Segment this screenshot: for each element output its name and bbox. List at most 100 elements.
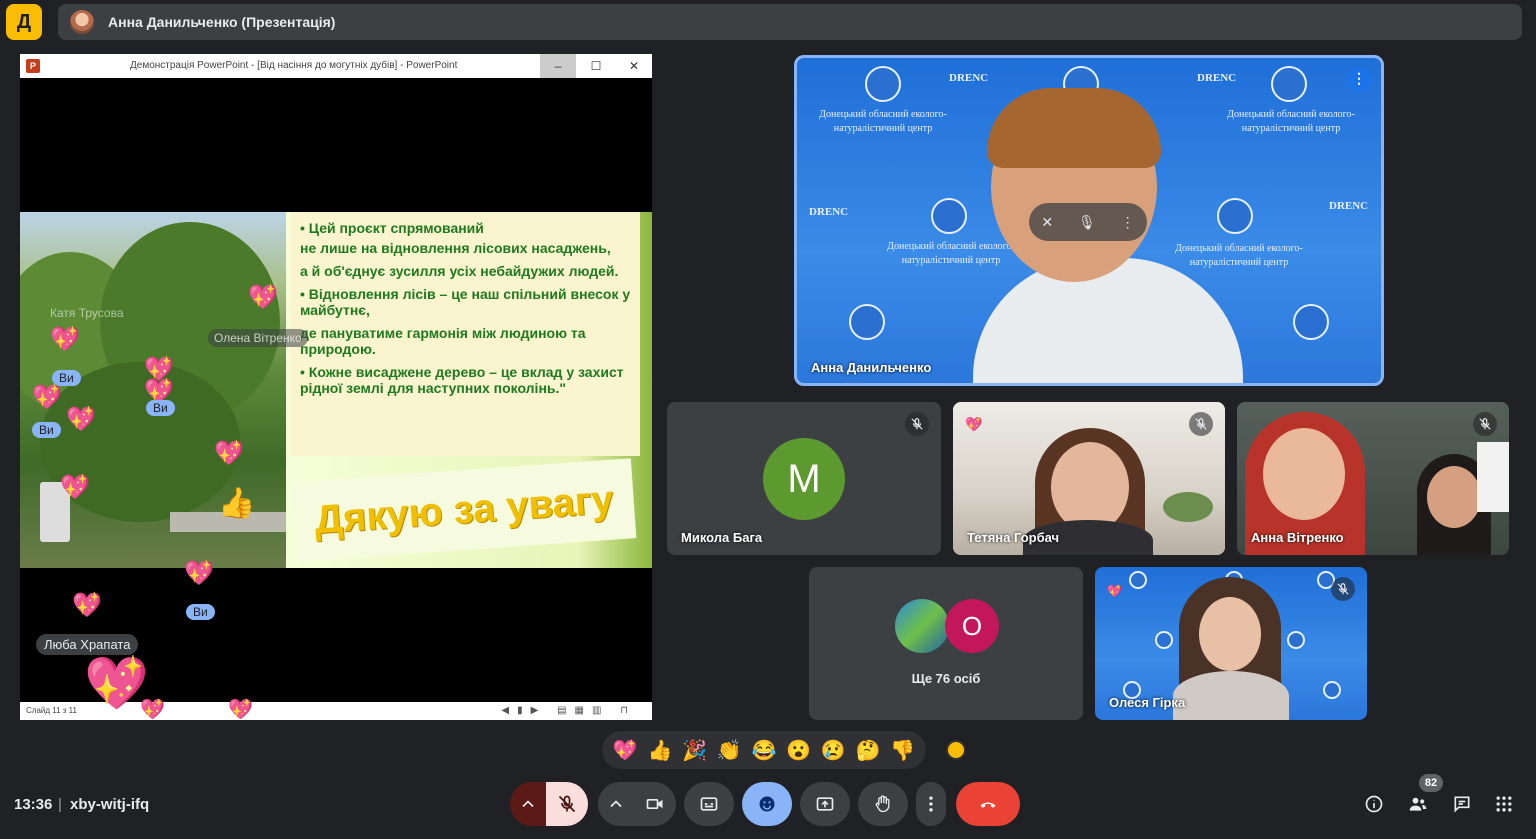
surprised-reaction-button[interactable]: 😮: [786, 738, 811, 763]
thinking-reaction-button[interactable]: 🤔: [855, 738, 880, 763]
close-button[interactable]: ✕: [616, 54, 652, 78]
heart-reaction-icon: 💖: [72, 592, 102, 619]
present-icon: [816, 797, 834, 811]
more-vert-icon: [929, 796, 933, 812]
audio-options-button[interactable]: [510, 782, 546, 826]
participant-name: Олеся Гірка: [1109, 695, 1186, 710]
bg-org-text: Донецький обласний еколого-натуралістичн…: [819, 109, 947, 134]
tile-more-options-button[interactable]: ⋮: [1347, 68, 1371, 92]
chevron-up-icon: [522, 800, 534, 808]
slide-bullet: • Кожне висаджене дерево – це вклад у за…: [300, 364, 624, 396]
hand-icon: [875, 795, 890, 813]
call-end-icon: [980, 802, 996, 808]
slide-text-area: • Цей проєкт спрямований не лише на відн…: [286, 212, 652, 568]
bg-org-text: Донецький обласний еколого-натуралістичн…: [1227, 109, 1355, 134]
mic-off-icon: [1189, 412, 1213, 436]
more-people-label: Ще 76 осіб: [911, 671, 981, 686]
reaction-bar: 💖 👍 🎉 👏 😂 😮 😢 🤔 👎: [602, 731, 926, 769]
tile-more-people[interactable]: O Ще 76 осіб: [809, 567, 1083, 720]
heart-reaction-icon: 💖: [140, 699, 165, 721]
unpin-icon[interactable]: ✕: [1041, 214, 1053, 231]
slide-bullet: • Відновлення лісів – це наш спільний вн…: [300, 286, 631, 318]
tile-anna-danylchenko[interactable]: DRENC DRENC DRENC DRENC Донецький обласн…: [794, 55, 1384, 386]
ppt-window-title: Демонстрація PowerPoint - [Від насіння д…: [130, 60, 458, 71]
mic-off-icon: [1331, 577, 1355, 601]
more-vert-icon[interactable]: ⋮: [1121, 214, 1135, 231]
participant-name: Микола Бага: [681, 530, 763, 545]
presentation-title: Анна Данильченко (Презентація): [108, 14, 336, 30]
bg-org-text: Донецький обласний еколого-натуралістичн…: [887, 241, 1015, 266]
slide-bullet: де пануватиме гармонія між людиною та пр…: [300, 325, 586, 357]
captions-button[interactable]: [684, 782, 734, 826]
thumbs-down-reaction-button[interactable]: 👎: [890, 738, 915, 763]
mic-icon[interactable]: 🎙: [1078, 214, 1096, 231]
you-chip: Ви: [32, 422, 61, 438]
meeting-code: xby-witj-ifq: [70, 796, 150, 813]
building-icon[interactable]: Д: [6, 4, 42, 40]
heart-reaction-icon: 💖: [184, 560, 214, 587]
tile-anna-vitrenko[interactable]: Анна Вітренко: [1237, 402, 1509, 555]
mic-off-icon: [1473, 412, 1497, 436]
ghost-reactor-name: Катя Трусова: [50, 306, 124, 320]
present-button[interactable]: [800, 782, 850, 826]
slide-bullet: • Цей проєкт спрямований: [300, 220, 484, 236]
maximize-button[interactable]: ☐: [578, 54, 614, 78]
avatar: M: [763, 438, 845, 520]
more-options-button[interactable]: [916, 782, 946, 826]
ppt-titlebar: P Демонстрація PowerPoint - [Від насіння…: [20, 54, 652, 78]
avatar: O: [945, 599, 999, 653]
tile-mykola-baga[interactable]: M Микола Бага: [667, 402, 941, 555]
video-options-button[interactable]: [598, 782, 634, 826]
camera-toggle-button[interactable]: [634, 782, 676, 826]
slide-counter: Слайд 11 з 11: [26, 706, 77, 715]
you-chip: Ви: [146, 400, 175, 416]
raise-hand-button[interactable]: [858, 782, 908, 826]
people-button[interactable]: [1406, 792, 1430, 816]
skin-tone-button[interactable]: [946, 740, 966, 760]
activities-button[interactable]: [1492, 792, 1516, 816]
heart-reaction-button[interactable]: 💖: [613, 738, 638, 763]
party-reaction-button[interactable]: 🎉: [682, 738, 707, 763]
sad-reaction-button[interactable]: 😢: [821, 738, 846, 763]
heart-reaction-icon: 💖: [248, 284, 278, 311]
slide-bullet: не лише на відновлення лісових насаджень…: [300, 240, 611, 256]
videocam-icon: [646, 799, 663, 809]
reactor-name-chip: Люба Храпата: [36, 634, 139, 655]
mic-toggle-button[interactable]: [546, 782, 588, 826]
tile-tetyana-horbach[interactable]: 💖 Тетяна Горбач: [953, 402, 1225, 555]
captions-icon: [700, 797, 718, 811]
slide-bullet: а й об'єднує зусилля усіх небайдужих люд…: [300, 263, 619, 279]
presentation-banner[interactable]: Анна Данильченко (Презентація): [58, 4, 1522, 40]
apps-grid-icon: [1496, 796, 1512, 812]
heart-reaction-icon: 💖: [228, 699, 253, 721]
shared-screen: P Демонстрація PowerPoint - [Від насіння…: [20, 54, 652, 721]
participant-name: Анна Данильченко: [811, 360, 932, 375]
slide-thanks: Дякую за увагу: [291, 458, 637, 562]
emoji-icon: [759, 796, 775, 812]
reactions-button[interactable]: [742, 782, 792, 826]
bottom-bar: 13:36 | xby-witj-ifq 82: [0, 770, 1536, 839]
heart-reaction-icon: 💖: [214, 440, 244, 467]
clap-reaction-button[interactable]: 👏: [717, 738, 742, 763]
laugh-reaction-button[interactable]: 😂: [752, 738, 777, 763]
separator: |: [58, 796, 62, 813]
chevron-up-icon: [610, 800, 622, 808]
tile-olesya-hirka[interactable]: 💖 Олеся Гірка: [1095, 567, 1367, 720]
thumbs-up-reaction-button[interactable]: 👍: [648, 738, 673, 763]
heart-reaction-icon: 💖: [965, 416, 983, 432]
bg-drenc-text: DRENC: [1197, 72, 1237, 84]
avatar: [895, 599, 949, 653]
people-icon: [1409, 797, 1427, 811]
minimize-button[interactable]: –: [540, 54, 576, 78]
mic-off-icon: [558, 795, 576, 813]
bg-drenc-text: DRENC: [1329, 200, 1369, 212]
view-controls-icon[interactable]: ◀▮▶ ▤▦▥ ⊓: [501, 702, 636, 720]
heart-reaction-icon: 💖: [50, 326, 80, 353]
bg-drenc-text: DRENC: [809, 206, 849, 218]
presenter-avatar: [70, 10, 94, 34]
meeting-details-button[interactable]: [1362, 792, 1386, 816]
leave-call-button[interactable]: [956, 782, 1020, 826]
chat-button[interactable]: [1450, 792, 1474, 816]
powerpoint-icon: P: [26, 59, 40, 73]
slide-bullets: • Цей проєкт спрямований не лише на відн…: [290, 212, 640, 456]
